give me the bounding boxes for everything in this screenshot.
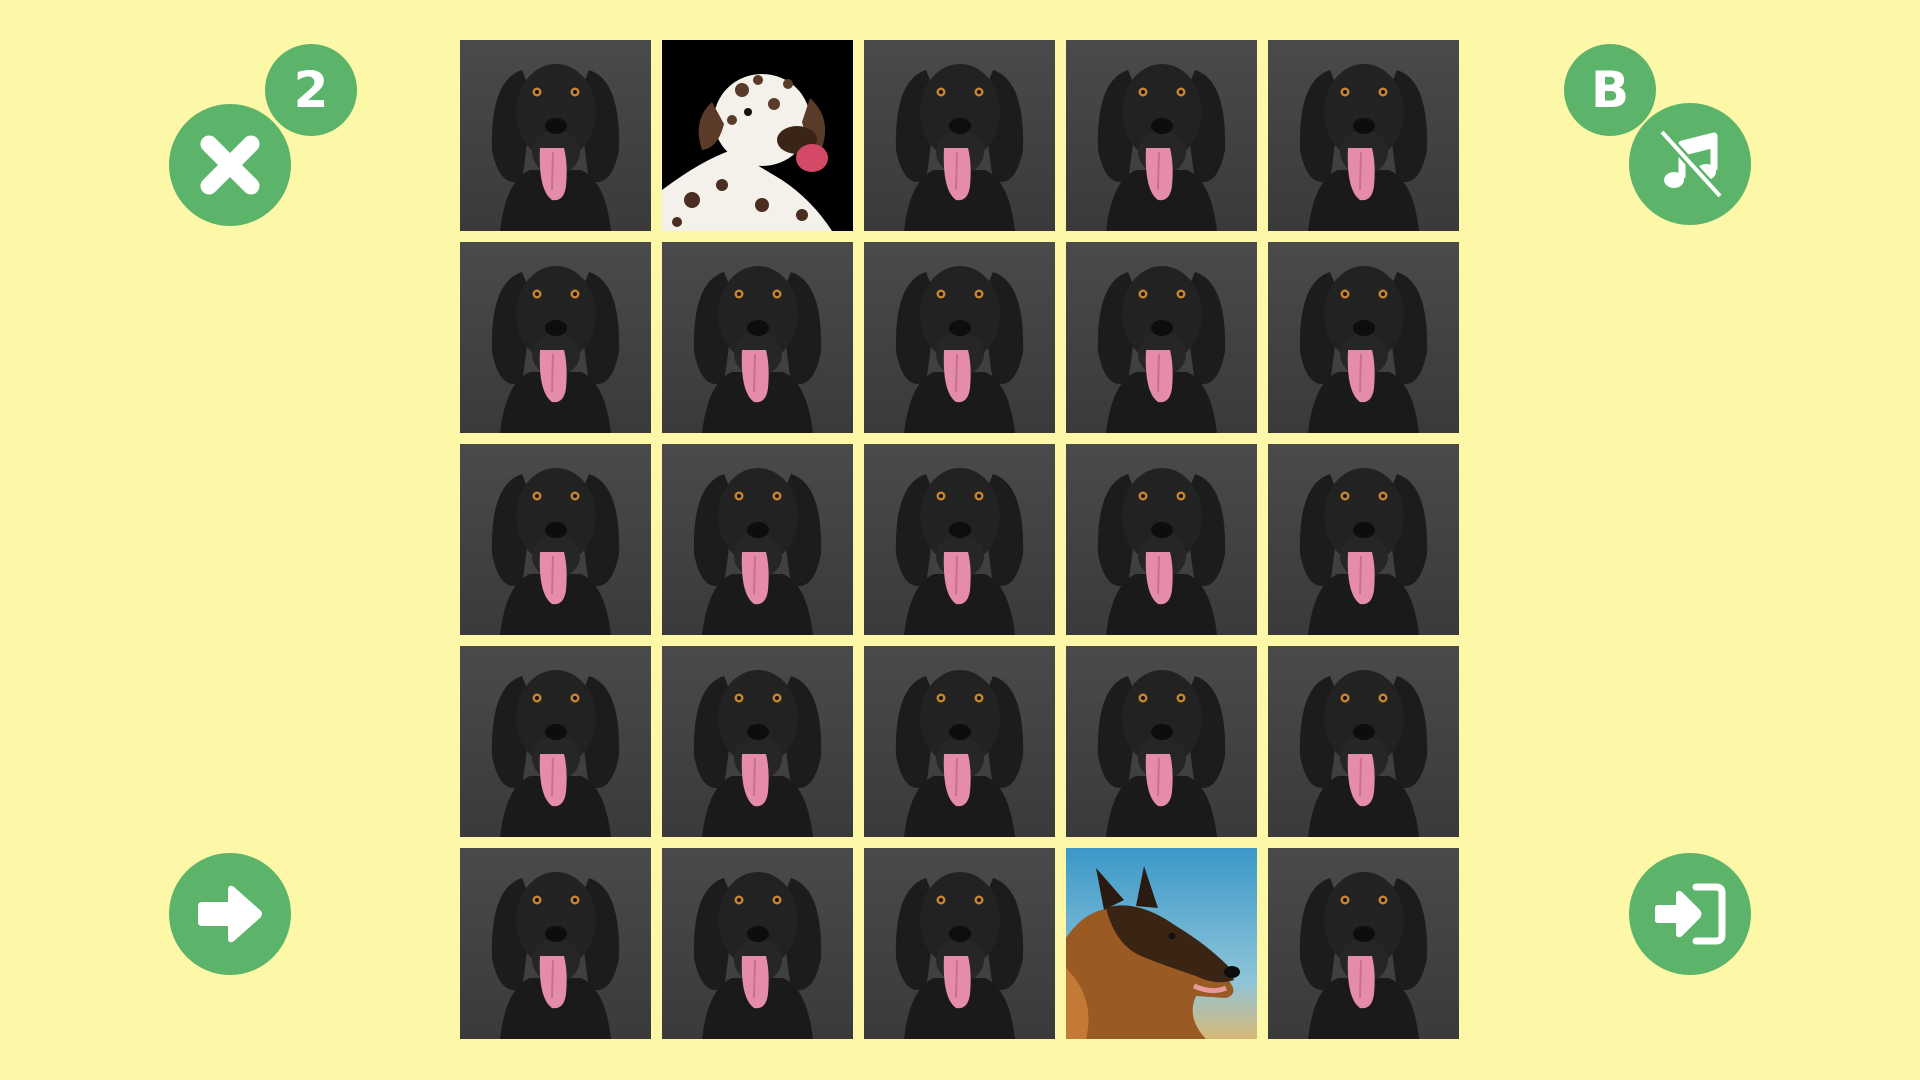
- memory-card-face-down[interactable]: [1268, 646, 1459, 837]
- dalmatian-image: [662, 40, 853, 231]
- level-badge: B: [1564, 44, 1656, 136]
- black-dog-card-back-image: [662, 444, 853, 635]
- german-shepherd-image: [1066, 848, 1257, 1039]
- memory-card-face-down[interactable]: [460, 848, 651, 1039]
- black-dog-card-back-image: [1066, 242, 1257, 433]
- memory-card-face-down[interactable]: [1268, 848, 1459, 1039]
- black-dog-card-back-image: [662, 848, 853, 1039]
- sign-in-icon: [1655, 883, 1726, 945]
- exit-button[interactable]: [1629, 853, 1751, 975]
- mistake-count-badge: 2: [265, 44, 357, 136]
- memory-card-face-down[interactable]: [1268, 40, 1459, 231]
- black-dog-card-back-image: [1066, 444, 1257, 635]
- black-dog-card-back-image: [1268, 40, 1459, 231]
- memory-card-face-down[interactable]: [864, 242, 1055, 433]
- memory-card-face-down[interactable]: [662, 848, 853, 1039]
- black-dog-card-back-image: [864, 444, 1055, 635]
- next-button[interactable]: [169, 853, 291, 975]
- memory-card-face-down[interactable]: [1066, 242, 1257, 433]
- arrow-right-icon: [198, 885, 262, 943]
- close-x-icon: [200, 135, 260, 195]
- black-dog-card-back-image: [864, 40, 1055, 231]
- memory-card-face-down[interactable]: [662, 444, 853, 635]
- memory-card-face-down[interactable]: [1066, 40, 1257, 231]
- black-dog-card-back-image: [460, 646, 651, 837]
- memory-card-face-down[interactable]: [864, 848, 1055, 1039]
- music-toggle-button[interactable]: [1629, 103, 1751, 225]
- black-dog-card-back-image: [1268, 242, 1459, 433]
- black-dog-card-back-image: [460, 40, 651, 231]
- memory-card-face-down[interactable]: [1066, 444, 1257, 635]
- black-dog-card-back-image: [864, 242, 1055, 433]
- card-grid: [460, 40, 1460, 1040]
- black-dog-card-back-image: [460, 444, 651, 635]
- memory-card-face-down[interactable]: [864, 40, 1055, 231]
- memory-card-face-down[interactable]: [662, 646, 853, 837]
- memory-card-german-shepherd[interactable]: [1066, 848, 1257, 1039]
- memory-card-face-down[interactable]: [864, 646, 1055, 837]
- black-dog-card-back-image: [460, 242, 651, 433]
- black-dog-card-back-image: [1268, 848, 1459, 1039]
- black-dog-card-back-image: [1268, 444, 1459, 635]
- black-dog-card-back-image: [460, 848, 651, 1039]
- music-muted-icon: [1658, 128, 1724, 200]
- black-dog-card-back-image: [1066, 646, 1257, 837]
- memory-card-face-down[interactable]: [460, 646, 651, 837]
- memory-card-face-down[interactable]: [1268, 242, 1459, 433]
- memory-card-dalmatian[interactable]: [662, 40, 853, 231]
- black-dog-card-back-image: [864, 646, 1055, 837]
- memory-card-face-down[interactable]: [1268, 444, 1459, 635]
- close-button[interactable]: [169, 104, 291, 226]
- black-dog-card-back-image: [662, 242, 853, 433]
- black-dog-card-back-image: [1066, 40, 1257, 231]
- black-dog-card-back-image: [1268, 646, 1459, 837]
- black-dog-card-back-image: [864, 848, 1055, 1039]
- memory-card-face-down[interactable]: [460, 40, 651, 231]
- memory-card-face-down[interactable]: [662, 242, 853, 433]
- memory-card-face-down[interactable]: [1066, 646, 1257, 837]
- memory-card-face-down[interactable]: [460, 444, 651, 635]
- memory-card-face-down[interactable]: [460, 242, 651, 433]
- black-dog-card-back-image: [662, 646, 853, 837]
- memory-card-face-down[interactable]: [864, 444, 1055, 635]
